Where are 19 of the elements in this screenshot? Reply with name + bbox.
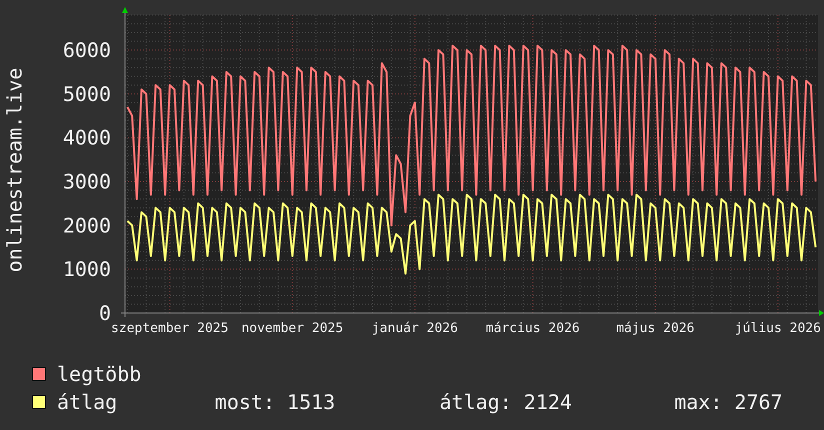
y-tick-label: 1000 xyxy=(62,257,111,282)
legend-stat: most: 1513 xyxy=(214,389,336,416)
x-tick-label: szeptember 2025 xyxy=(111,321,228,336)
x-tick-label: július 2026 xyxy=(734,321,821,336)
x-tick-label: március 2026 xyxy=(486,321,580,336)
x-tick-label: november 2025 xyxy=(241,321,344,336)
y-tick-label: 2000 xyxy=(62,213,111,238)
x-tick-label: május 2026 xyxy=(616,321,694,336)
y-tick-label: 3000 xyxy=(62,170,111,194)
y-tick-label: 6000 xyxy=(62,38,111,62)
legend-label: legtöbb xyxy=(57,361,142,388)
legend-stat: max: 2767 xyxy=(674,389,784,416)
y-tick-label: 0 xyxy=(98,301,111,325)
y-tick-label: 4000 xyxy=(62,126,111,150)
y-tick-label: 5000 xyxy=(62,82,111,106)
x-tick-label: január 2026 xyxy=(372,321,458,336)
legend-stat: átlag: 2124 xyxy=(440,389,573,416)
axis-title: onlinestream.live xyxy=(4,68,24,272)
legend-label: átlag xyxy=(56,389,118,416)
